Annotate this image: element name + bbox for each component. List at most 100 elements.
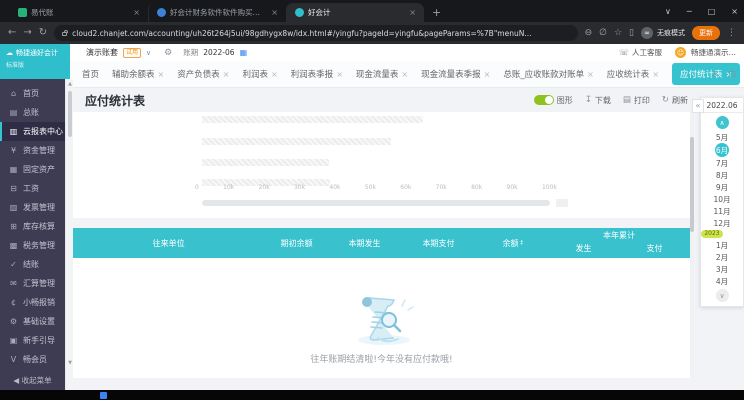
subcol-incurred[interactable]: 发生 <box>548 243 619 254</box>
tab-close-icon[interactable]: × <box>409 8 416 17</box>
col-opening-balance[interactable]: 期初余额 <box>264 228 329 258</box>
month-item[interactable]: 11月 <box>713 205 730 217</box>
close-icon[interactable]: × <box>652 70 659 79</box>
tab-close-icon[interactable]: × <box>271 8 278 17</box>
restore-button[interactable]: □ <box>708 7 716 16</box>
subcol-paid[interactable]: 支付 <box>619 243 690 254</box>
doc-tab[interactable]: 现金流量表季报 × <box>421 68 491 81</box>
close-icon[interactable]: × <box>336 70 343 79</box>
user-name[interactable]: 畅捷通演示… <box>691 47 736 58</box>
sidebar-item-tax[interactable]: ▩ 税务管理 <box>0 236 65 255</box>
close-icon[interactable]: × <box>223 70 230 79</box>
back-icon[interactable]: ← <box>8 28 16 38</box>
side-panel-icon[interactable]: ▯ <box>629 28 634 38</box>
minimize-button[interactable]: ─ <box>687 7 692 16</box>
sidebar-item-ledger[interactable]: ▤ 总账 <box>0 103 65 122</box>
doc-tab-home[interactable]: 首页 <box>82 68 99 80</box>
sidebar-item-home[interactable]: ⌂ 首页 <box>0 84 65 103</box>
content-scrollbar[interactable] <box>690 97 694 377</box>
calendar-icon[interactable]: ▦ <box>240 48 248 57</box>
skeleton-bar <box>202 159 329 166</box>
sidebar-item-cloud-reports[interactable]: ▥ 云报表中心 <box>0 122 65 141</box>
col-balance[interactable]: 余额 ▴ ▾ <box>477 228 548 258</box>
close-icon[interactable]: × <box>401 70 408 79</box>
panel-collapse-button[interactable]: « <box>692 99 704 113</box>
sidebar-item-fixed-assets[interactable]: ▦ 固定资产 <box>0 160 65 179</box>
sidebar-scrollbar[interactable]: ▲ ▼ <box>65 79 73 390</box>
month-item[interactable]: 10月 <box>713 193 730 205</box>
col-period-incurred[interactable]: 本期发生 <box>329 228 400 258</box>
close-icon[interactable]: × <box>158 70 165 79</box>
month-item[interactable]: 5月 <box>716 131 728 143</box>
tab-search-icon[interactable]: ∨ <box>665 7 671 16</box>
customer-service-button[interactable]: ☏ 人工客服 <box>619 47 662 58</box>
sidebar-item-inventory[interactable]: ⊞ 库存核算 <box>0 217 65 236</box>
browser-menu-icon[interactable]: ⋮ <box>727 28 736 38</box>
doc-tab[interactable]: 利润表季报 × <box>291 68 343 81</box>
close-icon[interactable]: × <box>587 70 594 79</box>
month-scroll-down-icon[interactable]: ∨ <box>715 289 729 302</box>
close-icon[interactable]: × <box>484 70 491 79</box>
sidebar-item-settlement[interactable]: ✉ 汇算管理 <box>0 274 65 293</box>
scroll-up-icon[interactable]: ▲ <box>66 81 74 87</box>
close-icon[interactable]: × <box>271 70 278 79</box>
toggle-switch[interactable] <box>533 95 554 105</box>
doc-tab[interactable]: 资产负债表 × <box>177 68 230 81</box>
address-bar[interactable]: cloud2.chanjet.com/accounting/uh26t264j5… <box>54 25 578 41</box>
new-tab-button[interactable]: + <box>432 6 441 19</box>
refresh-button[interactable]: ↻ 刷新 <box>662 95 688 106</box>
settings-gear-icon[interactable]: ⚙ <box>164 48 172 58</box>
zoom-icon[interactable]: ⊖ <box>585 28 593 38</box>
month-item[interactable]: 2月 <box>716 251 728 263</box>
doc-tab[interactable]: 利润表 × <box>242 68 278 81</box>
browser-update-button[interactable]: 更新 <box>692 26 720 40</box>
graph-toggle[interactable]: 图形 <box>533 95 573 106</box>
sidebar-item-guide[interactable]: ▣ 新手引导 <box>0 331 65 350</box>
user-avatar[interactable]: ☺ <box>675 47 686 58</box>
sidebar-item-invoices[interactable]: ▨ 发票管理 <box>0 198 65 217</box>
month-item[interactable]: 12月 <box>713 217 730 229</box>
month-item[interactable]: 8月 <box>716 169 728 181</box>
month-item[interactable]: 7月 <box>716 157 728 169</box>
month-item[interactable]: 1月 <box>716 239 728 251</box>
doc-tab[interactable]: 应收统计表 × <box>607 68 659 81</box>
taskbar-app-icon[interactable] <box>100 392 107 399</box>
month-scroll-up-icon[interactable]: ∧ <box>715 116 729 129</box>
browser-tab-haokuaiji-active[interactable]: 好会计 × <box>286 3 424 22</box>
col-period-paid[interactable]: 本期支付 <box>400 228 477 258</box>
download-button[interactable]: ↧ 下载 <box>585 95 611 106</box>
period-value[interactable]: 2022-06 <box>203 48 234 57</box>
account-set-name[interactable]: 演示账套 <box>86 47 118 58</box>
col-partner[interactable]: 往来单位 <box>73 228 264 258</box>
close-button[interactable]: × <box>731 7 738 16</box>
sidebar-item-settings[interactable]: ⚙ 基础设置 <box>0 312 65 331</box>
doc-tab[interactable]: 现金流量表 × <box>356 68 408 81</box>
collapse-menu-button[interactable]: ◀ 收起菜单 <box>0 375 65 386</box>
scrollbar-thumb[interactable] <box>690 137 694 232</box>
privacy-icon[interactable]: ∅ <box>599 28 607 38</box>
browser-tab-yidaizhang[interactable]: 易代账 × <box>10 3 148 22</box>
sidebar-item-reimburse[interactable]: ¢ 小畅报销 <box>0 293 65 312</box>
browser-tab-haokuaiji-price[interactable]: 好会计财务软件软件购买价格及... × <box>148 3 286 22</box>
reload-icon[interactable]: ↻ <box>39 28 47 38</box>
scrollbar-thumb[interactable] <box>67 91 72 137</box>
close-all-tabs-icon[interactable]: × <box>712 70 720 80</box>
month-item-selected[interactable]: 6月 <box>715 143 729 157</box>
sidebar-item-closing[interactable]: ✓ 结账 <box>0 255 65 274</box>
tab-close-icon[interactable]: × <box>133 8 140 17</box>
sidebar-item-funds[interactable]: ¥ 资金管理 <box>0 141 65 160</box>
month-item[interactable]: 4月 <box>716 275 728 287</box>
url-text[interactable]: cloud2.chanjet.com/accounting/uh26t264j5… <box>72 29 531 38</box>
sidebar-item-payroll[interactable]: ⊟ 工资 <box>0 179 65 198</box>
bookmark-star-icon[interactable]: ☆ <box>614 28 622 38</box>
forward-icon[interactable]: → <box>23 28 31 38</box>
doc-tab[interactable]: 总账_应收账款对账单 × <box>503 68 594 81</box>
month-item[interactable]: 9月 <box>716 181 728 193</box>
fullscreen-icon[interactable]: ⊡ <box>728 70 736 80</box>
print-button[interactable]: ▤ 打印 <box>623 95 650 106</box>
month-item[interactable]: 3月 <box>716 263 728 275</box>
sort-icon[interactable]: ▴ ▾ <box>520 239 522 247</box>
sidebar-item-membership[interactable]: Ⅴ 畅会员 <box>0 350 65 369</box>
account-caret-icon[interactable]: ∨ <box>146 49 151 57</box>
doc-tab[interactable]: 辅助余额表 × <box>112 68 165 81</box>
